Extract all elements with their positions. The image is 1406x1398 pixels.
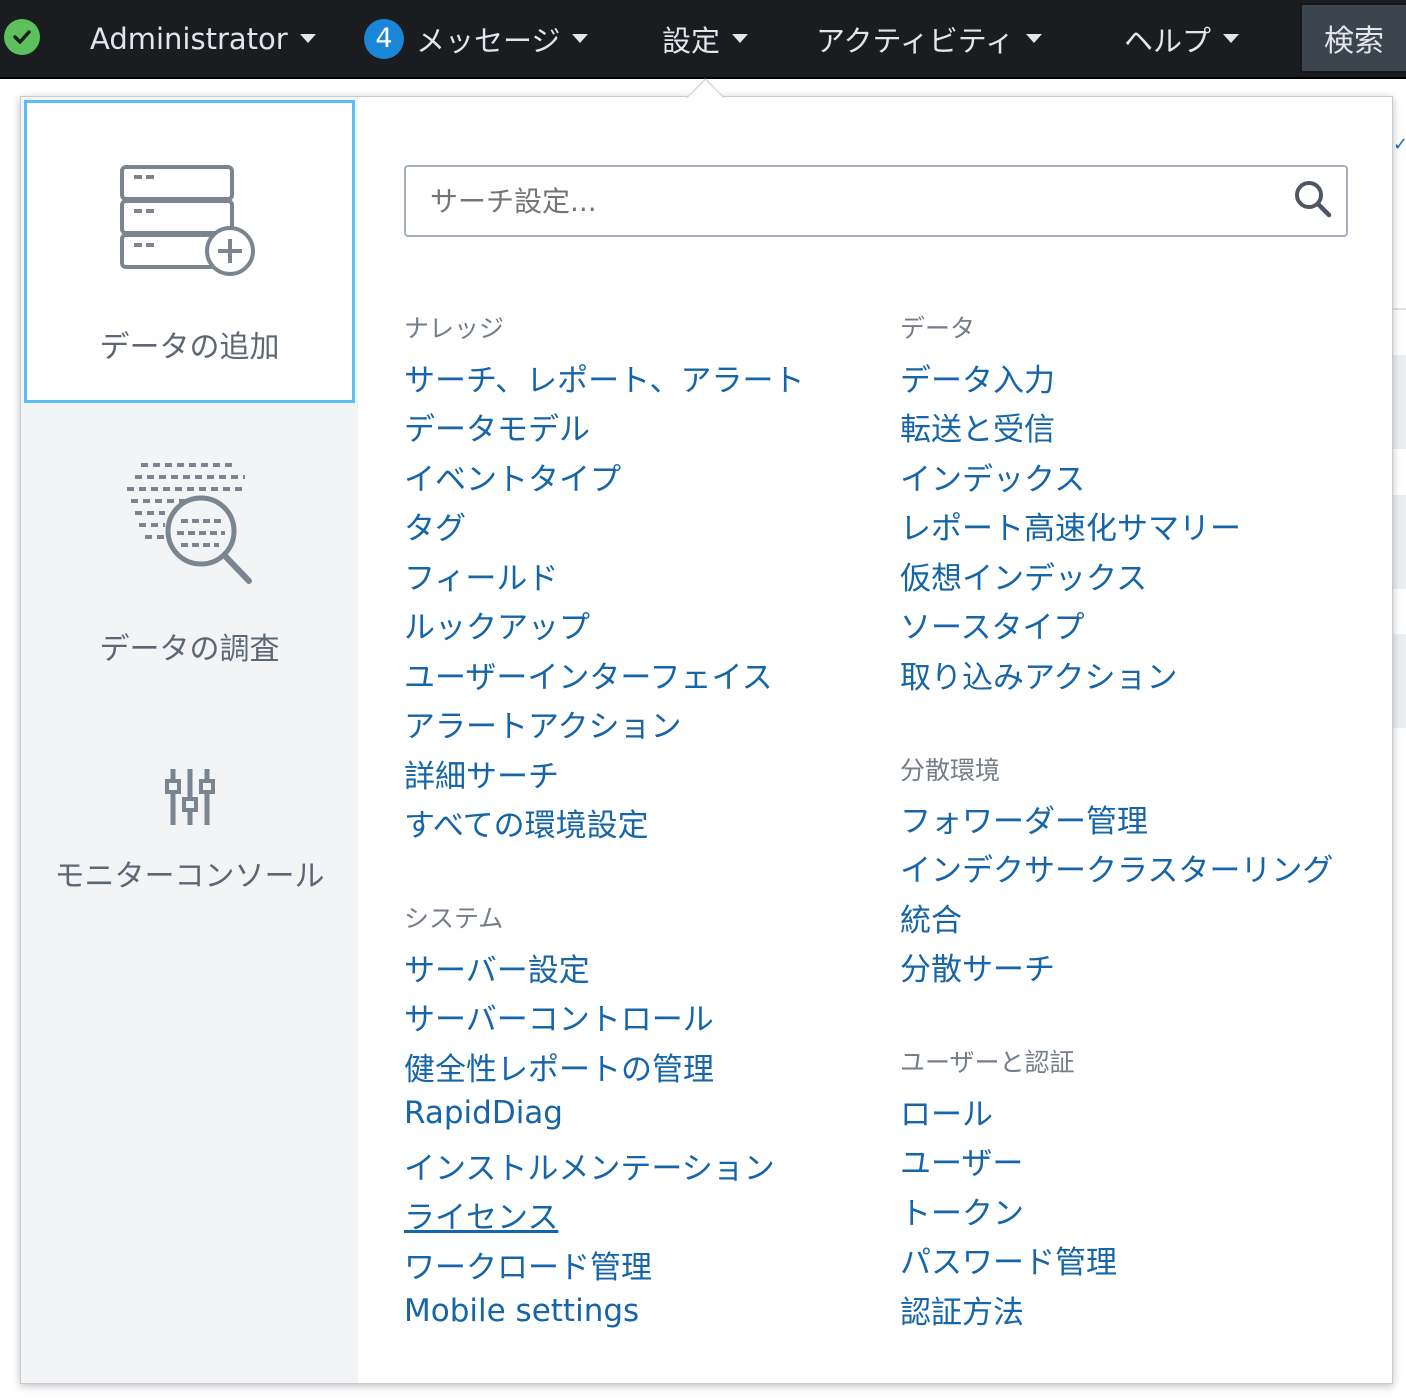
quick-actions-column: データの追加 データの調査 モニターコンソール [21,97,358,1383]
user-menu[interactable]: Administrator [90,0,316,77]
link-licensing[interactable]: ライセンス [404,1192,558,1237]
explore-data-label: データの調査 [99,632,280,667]
link-report-acceleration-summaries[interactable]: レポート高速化サマリー [900,503,1241,548]
link-rapiddiag[interactable]: RapidDiag [404,1095,563,1131]
link-indexer-clustering[interactable]: インデクサークラスターリング [900,845,1333,890]
link-server-controls[interactable]: サーバーコントロール [404,994,714,1039]
settings-menu-label: 設定 [662,23,721,58]
link-distributed-search[interactable]: 分散サーチ [900,944,1055,989]
link-alert-actions[interactable]: アラートアクション [404,701,681,746]
search-settings-input[interactable] [404,165,1348,237]
link-users[interactable]: ユーザー [900,1138,1023,1183]
add-data-tile[interactable]: データの追加 [24,100,355,403]
link-tags[interactable]: タグ [404,503,466,548]
background-chevron-icon: ✓ [1393,134,1406,155]
link-event-types[interactable]: イベントタイプ [404,454,621,499]
chevron-down-icon [572,34,589,43]
help-menu-label: ヘルプ [1124,23,1212,58]
link-federation[interactable]: 統合 [900,895,962,940]
link-data-inputs[interactable]: データ入力 [900,355,1055,400]
monitoring-console-icon [21,767,358,827]
link-indexes[interactable]: インデックス [900,454,1085,499]
link-searches-reports-alerts[interactable]: サーチ、レポート、アラート [404,355,805,400]
link-roles[interactable]: ロール [900,1089,993,1134]
link-health-report-manager[interactable]: 健全性レポートの管理 [404,1044,714,1089]
link-tokens[interactable]: トークン [900,1188,1024,1233]
link-password-management[interactable]: パスワード管理 [900,1237,1117,1282]
link-user-interface[interactable]: ユーザーインターフェイス [404,652,773,697]
link-workload-management[interactable]: ワークロード管理 [404,1242,652,1287]
link-lookups[interactable]: ルックアップ [404,602,590,647]
link-fields[interactable]: フィールド [404,553,558,598]
link-ingest-actions[interactable]: 取り込みアクション [900,652,1177,697]
search-button[interactable]: 検索 [1300,3,1406,73]
settings-dropdown-panel: データの追加 データの調査 モニターコンソール サーチ設定... ナレッジ サー… [20,96,1393,1384]
explore-data-icon [21,461,358,593]
add-data-label: データの追加 [99,330,280,365]
user-menu-label: Administrator [90,21,288,56]
link-virtual-indexes[interactable]: 仮想インデックス [900,553,1147,598]
settings-menu[interactable]: 設定 [662,0,749,77]
chevron-down-icon [1026,34,1043,43]
section-distributed-title: 分散環境 [900,756,1001,785]
add-data-icon [27,165,352,277]
monitoring-console-tile[interactable]: モニターコンソール [21,717,358,947]
monitoring-console-label: モニターコンソール [54,859,325,894]
chevron-down-icon [1223,34,1240,43]
link-authentication-methods[interactable]: 認証方法 [900,1287,1024,1332]
messages-menu-label: メッセージ [416,23,561,58]
section-system-title: システム [404,904,504,933]
link-all-configurations[interactable]: すべての環境設定 [404,800,649,845]
link-forwarder-management[interactable]: フォワーダー管理 [900,796,1148,841]
link-mobile-settings[interactable]: Mobile settings [404,1293,639,1329]
message-count-badge: 4 [364,18,404,59]
section-users-auth-title: ユーザーと認証 [900,1048,1075,1077]
chevron-down-icon [732,34,749,43]
activity-menu[interactable]: アクティビティ [816,0,1043,77]
link-instrumentation[interactable]: インストルメンテーション [404,1143,775,1188]
link-server-settings[interactable]: サーバー設定 [404,945,590,990]
link-source-types[interactable]: ソースタイプ [900,602,1084,647]
messages-menu[interactable]: 4 メッセージ [364,0,589,77]
search-icon[interactable] [1293,179,1333,223]
explore-data-tile[interactable]: データの調査 [21,407,358,707]
link-advanced-search[interactable]: 詳細サーチ [404,751,559,796]
health-status-ok-icon[interactable] [4,19,40,55]
help-menu[interactable]: ヘルプ [1124,0,1240,77]
chevron-down-icon [299,34,316,43]
activity-menu-label: アクティビティ [816,23,1015,58]
link-data-models[interactable]: データモデル [404,404,590,449]
section-data-title: データ [900,314,976,343]
link-forwarding-receiving[interactable]: 転送と受信 [900,404,1055,449]
top-navigation-bar: Administrator 4 メッセージ 設定 アクティビティ ヘルプ 検索 [0,0,1406,79]
section-knowledge-title: ナレッジ [404,314,505,343]
